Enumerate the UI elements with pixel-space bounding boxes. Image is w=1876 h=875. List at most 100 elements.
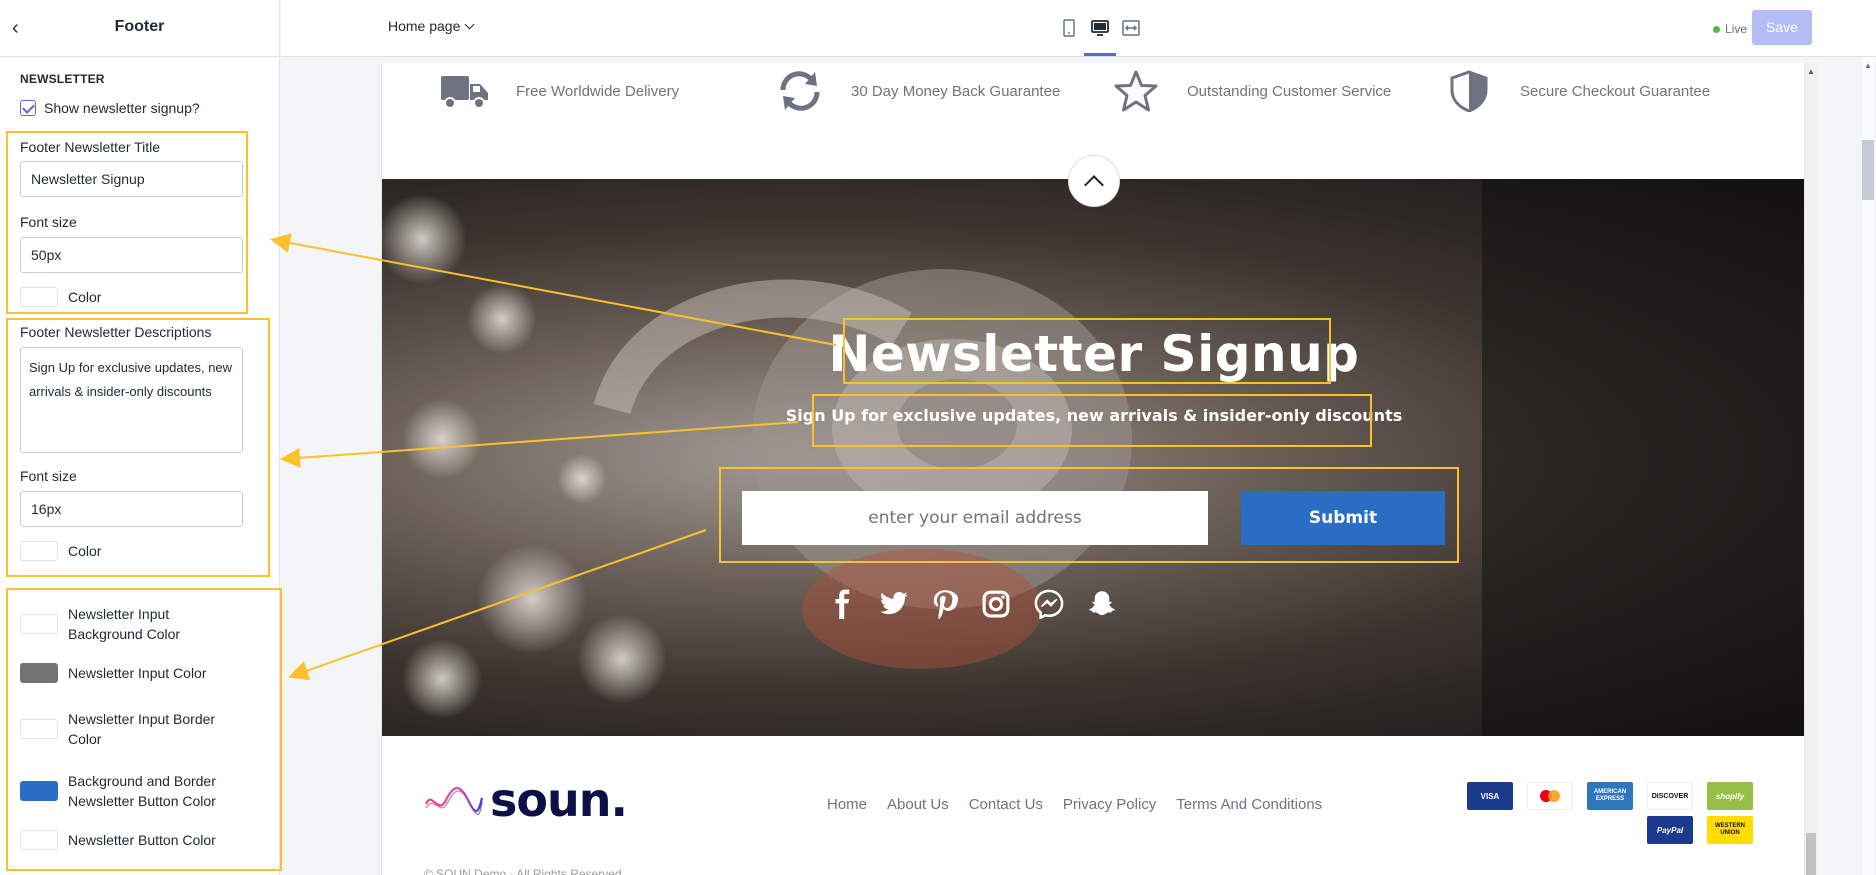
feature-money-back: 30 Day Money Back Guarantee bbox=[775, 66, 1060, 116]
title-color-label: Color bbox=[68, 289, 102, 305]
feature-delivery: Free Worldwide Delivery bbox=[440, 66, 679, 116]
panel-title: Footer bbox=[114, 18, 165, 35]
title-color-swatch[interactable] bbox=[20, 287, 58, 307]
desc-color-row[interactable]: Color bbox=[20, 541, 101, 561]
desktop-view-icon[interactable] bbox=[1090, 18, 1110, 38]
fullwidth-view-icon[interactable] bbox=[1121, 18, 1141, 38]
input-color-label: Newsletter Input Color bbox=[68, 665, 207, 681]
shopify-icon: shopify bbox=[1707, 782, 1753, 810]
input-color-row[interactable]: Newsletter Input Color bbox=[20, 663, 220, 683]
page-select-label: Home page bbox=[388, 18, 461, 34]
live-status: Live bbox=[1713, 22, 1747, 36]
title-input[interactable]: Newsletter Signup bbox=[20, 161, 243, 197]
pinterest-icon[interactable] bbox=[930, 589, 960, 619]
panel-content: NEWSLETTER Show newsletter signup? Foote… bbox=[0, 57, 279, 875]
chevron-up-icon bbox=[1084, 175, 1104, 195]
facebook-icon[interactable] bbox=[828, 589, 858, 619]
input-border-color-row[interactable]: Newsletter Input Border Color bbox=[20, 709, 220, 749]
footer-link-home[interactable]: Home bbox=[827, 796, 867, 813]
mobile-view-icon[interactable] bbox=[1059, 18, 1079, 38]
footer-nav: Home About Us Contact Us Privacy Policy … bbox=[827, 796, 1342, 813]
headphones-background-image bbox=[382, 179, 1804, 736]
input-color-swatch[interactable] bbox=[20, 663, 58, 683]
input-border-swatch[interactable] bbox=[20, 719, 58, 739]
preview-scrollbar-thumb[interactable] bbox=[1806, 833, 1816, 875]
show-signup-checkbox-row[interactable]: Show newsletter signup? bbox=[20, 100, 200, 116]
visa-icon: VISA bbox=[1467, 782, 1513, 810]
discover-icon: DISCOVER bbox=[1647, 782, 1693, 810]
newsletter-description: Sign Up for exclusive updates, new arriv… bbox=[785, 406, 1403, 425]
brand-name: soun. bbox=[490, 773, 628, 827]
footer-link-privacy[interactable]: Privacy Policy bbox=[1063, 796, 1156, 813]
desc-font-size-label: Font size bbox=[20, 468, 77, 484]
newsletter-banner: Newsletter Signup Sign Up for exclusive … bbox=[382, 179, 1804, 736]
snapchat-icon[interactable] bbox=[1087, 589, 1117, 619]
panel-scrollbar-thumb[interactable] bbox=[1862, 140, 1874, 200]
paypal-icon: PayPal bbox=[1647, 816, 1693, 844]
feature-secure-text: Secure Checkout Guarantee bbox=[1520, 82, 1711, 100]
desc-color-label: Color bbox=[68, 543, 102, 559]
section-heading: NEWSLETTER bbox=[20, 72, 105, 86]
input-bg-label: Newsletter Input Background Color bbox=[68, 606, 181, 642]
preview-scroll-up-icon[interactable]: ▲ bbox=[1807, 67, 1815, 76]
button-color-swatch[interactable] bbox=[20, 830, 58, 850]
amex-icon: AMERICAN EXPRESS bbox=[1587, 782, 1633, 810]
brand-logo[interactable]: soun. bbox=[424, 773, 628, 827]
footer-link-about[interactable]: About Us bbox=[887, 796, 949, 813]
button-bg-label: Background and Border Newsletter Button … bbox=[68, 773, 216, 809]
feature-delivery-text: Free Worldwide Delivery bbox=[516, 82, 680, 100]
live-label: Live bbox=[1725, 22, 1748, 36]
chevron-down-icon bbox=[464, 19, 475, 30]
feature-money-back-text: 30 Day Money Back Guarantee bbox=[851, 82, 1061, 100]
shield-icon bbox=[1450, 70, 1488, 112]
storefront-preview: Free Worldwide Delivery 30 Day Money Bac… bbox=[381, 63, 1805, 875]
western-union-icon: WESTERN UNION bbox=[1707, 816, 1753, 844]
title-color-row[interactable]: Color bbox=[20, 287, 101, 307]
show-signup-checkbox[interactable] bbox=[20, 100, 36, 116]
button-color-label: Newsletter Button Color bbox=[68, 832, 216, 848]
title-field-label: Footer Newsletter Title bbox=[20, 139, 161, 155]
button-bg-color-row[interactable]: Background and Border Newsletter Button … bbox=[20, 771, 220, 811]
refresh-icon bbox=[780, 71, 820, 111]
input-bg-swatch[interactable] bbox=[20, 614, 58, 634]
panel-scrollbar[interactable]: ▲ bbox=[1862, 57, 1874, 875]
desc-textarea[interactable]: Sign Up for exclusive updates, new arriv… bbox=[20, 347, 243, 453]
feature-service: Outstanding Customer Service bbox=[1111, 66, 1391, 116]
desc-font-size-input[interactable]: 16px bbox=[20, 491, 243, 527]
scroll-to-top-button[interactable] bbox=[1068, 155, 1120, 207]
feature-secure: Secure Checkout Guarantee bbox=[1444, 66, 1710, 116]
editor-topbar: Home page Live Save bbox=[281, 0, 1876, 57]
device-active-indicator bbox=[1084, 53, 1116, 56]
mastercard-icon bbox=[1527, 782, 1573, 810]
button-color-row[interactable]: Newsletter Button Color bbox=[20, 830, 220, 850]
page-select-dropdown[interactable]: Home page bbox=[388, 18, 475, 34]
truck-icon bbox=[441, 76, 488, 109]
save-button[interactable]: Save bbox=[1752, 10, 1812, 45]
scroll-up-arrow-icon[interactable]: ▲ bbox=[1864, 61, 1872, 70]
title-font-size-input[interactable]: 50px bbox=[20, 237, 243, 273]
title-font-size-label: Font size bbox=[20, 214, 77, 230]
settings-panel: ‹ Footer NEWSLETTER Show newsletter sign… bbox=[0, 0, 280, 875]
twitter-icon[interactable] bbox=[879, 589, 909, 619]
star-icon bbox=[1114, 70, 1158, 112]
show-signup-label: Show newsletter signup? bbox=[44, 100, 200, 116]
live-dot-icon bbox=[1713, 25, 1720, 33]
desc-field-label: Footer Newsletter Descriptions bbox=[20, 324, 212, 340]
newsletter-email-input[interactable]: enter your email address bbox=[742, 491, 1208, 545]
panel-header: ‹ Footer bbox=[0, 0, 279, 57]
input-bg-color-row[interactable]: Newsletter Input Background Color bbox=[20, 604, 220, 644]
newsletter-title: Newsletter Signup bbox=[828, 325, 1360, 383]
button-bg-swatch[interactable] bbox=[20, 781, 58, 801]
mastercard-circles bbox=[1540, 790, 1560, 802]
instagram-icon[interactable] bbox=[981, 589, 1011, 619]
input-border-label: Newsletter Input Border Color bbox=[68, 711, 216, 747]
footer-link-terms[interactable]: Terms And Conditions bbox=[1176, 796, 1322, 813]
copyright-text: © SOUN Demo - All Rights Reserved bbox=[424, 867, 622, 875]
preview-scrollbar[interactable]: ▲ bbox=[1805, 63, 1817, 875]
messenger-icon[interactable] bbox=[1034, 589, 1064, 619]
desc-color-swatch[interactable] bbox=[20, 541, 58, 561]
feature-service-text: Outstanding Customer Service bbox=[1187, 82, 1392, 100]
wave-logo-icon bbox=[424, 786, 484, 815]
newsletter-submit-button[interactable]: Submit bbox=[1241, 491, 1445, 545]
footer-link-contact[interactable]: Contact Us bbox=[969, 796, 1043, 813]
